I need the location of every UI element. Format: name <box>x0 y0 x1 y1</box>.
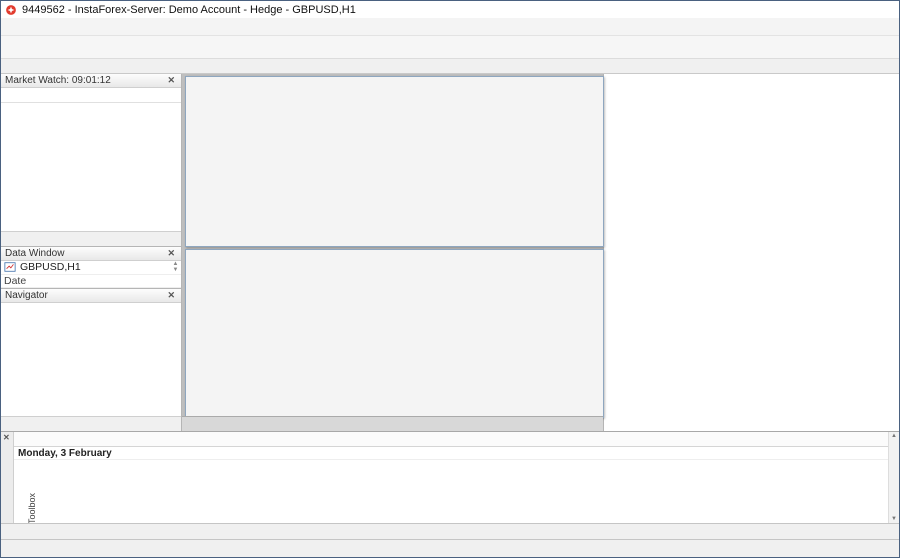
application-window: 9449562 - InstaForex-Server: Demo Accoun… <box>0 0 900 558</box>
toolbox-strip: ✕ Toolbox <box>1 432 14 523</box>
navigator-title: Navigator <box>5 290 48 301</box>
data-window-panel: Data Window ✕ GBPUSD,H1 ▲▼ Date <box>1 247 181 289</box>
toolbox-vertical-label: Toolbox <box>27 484 37 523</box>
title-bar: 9449562 - InstaForex-Server: Demo Accoun… <box>1 1 899 18</box>
close-icon[interactable]: ✕ <box>165 248 177 259</box>
market-watch-title: Market Watch: 09:01:12 <box>5 75 111 86</box>
calendar-table: Monday, 3 February <box>14 432 888 523</box>
toolbar <box>1 36 899 59</box>
window-title: 9449562 - InstaForex-Server: Demo Accoun… <box>22 4 356 16</box>
scrollbar[interactable]: ▲▼ <box>888 432 899 523</box>
menu-bar <box>1 18 899 36</box>
close-icon[interactable]: ✕ <box>3 433 10 442</box>
toolbox-tab-bar <box>1 523 899 539</box>
chart-tab-bar <box>182 416 603 431</box>
market-watch-panel: Market Watch: 09:01:12 ✕ <box>1 74 181 247</box>
chart-workspace <box>182 74 603 431</box>
data-window-symbol-row: GBPUSD,H1 ▲▼ <box>1 261 181 275</box>
right-column <box>603 74 899 431</box>
chart-mini-icon <box>4 261 16 273</box>
main-area: Market Watch: 09:01:12 ✕ Data Window ✕ G… <box>1 74 899 431</box>
chart-window-eurusd <box>185 249 604 418</box>
close-icon[interactable]: ✕ <box>165 290 177 301</box>
navigator-panel: Navigator ✕ <box>1 289 181 431</box>
calendar-columns <box>14 432 888 447</box>
navigator-tabs <box>1 416 181 431</box>
close-icon[interactable]: ✕ <box>165 75 177 86</box>
market-watch-header: Market Watch: 09:01:12 ✕ <box>1 74 181 88</box>
data-window-row: Date <box>1 275 181 289</box>
status-bar <box>1 539 899 557</box>
market-watch-tabs <box>1 231 181 246</box>
toolbox-panel: ✕ Toolbox Monday, 3 February ▲▼ <box>1 431 899 523</box>
navigator-tree <box>1 303 181 416</box>
market-watch-columns <box>1 88 181 103</box>
chart-window-gbpusd <box>185 76 604 247</box>
calendar-group-row: Monday, 3 February <box>14 447 888 460</box>
data-window-title: Data Window <box>5 248 64 259</box>
left-column: Market Watch: 09:01:12 ✕ Data Window ✕ G… <box>1 74 182 431</box>
data-window-symbol: GBPUSD,H1 <box>20 261 81 273</box>
scrollbar[interactable]: ▲▼ <box>170 261 181 273</box>
market-watch-add-row[interactable] <box>1 103 181 118</box>
timeframe-bar <box>1 59 899 74</box>
app-logo-icon <box>5 4 17 16</box>
